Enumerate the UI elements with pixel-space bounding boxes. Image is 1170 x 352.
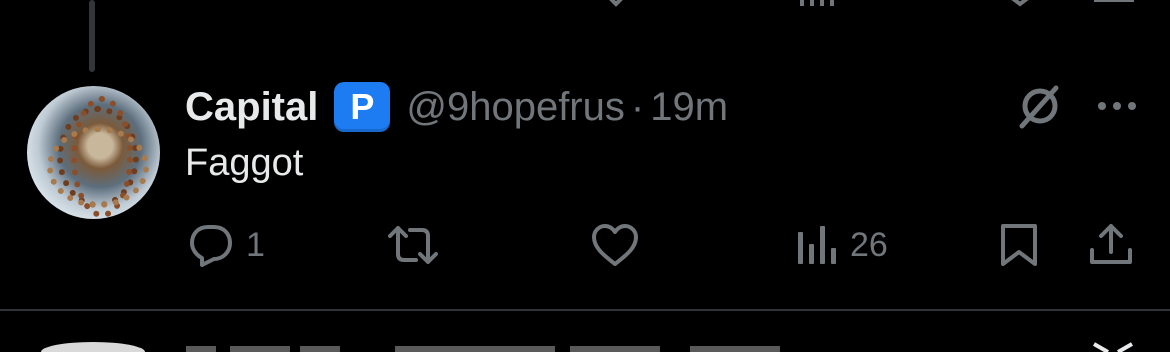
user-handle[interactable]: @9hopefrus	[406, 85, 625, 130]
reply-icon[interactable]	[190, 0, 230, 13]
like-button[interactable]	[590, 218, 652, 272]
tweet-header: Capital P @9hopefrus · 19m	[185, 82, 728, 132]
display-name[interactable]: Capital	[185, 85, 318, 130]
bookmark-button[interactable]	[998, 218, 1040, 272]
share-icon	[1088, 222, 1134, 268]
tweet-actions: 1 26	[0, 218, 1170, 278]
retweet-icon[interactable]	[392, 0, 436, 13]
previous-tweet-actions	[0, 0, 1170, 8]
grok-icon[interactable]	[1016, 84, 1062, 130]
divider	[0, 309, 1170, 311]
next-tweet-partial	[0, 338, 1170, 352]
views-button[interactable]: 26	[796, 218, 888, 272]
bookmark-icon[interactable]	[1000, 0, 1040, 13]
avatar[interactable]	[27, 86, 160, 219]
views-icon	[796, 222, 838, 268]
reply-button[interactable]: 1	[188, 218, 265, 272]
badge-letter: P	[350, 86, 375, 127]
tweet-text: Faggot	[185, 142, 304, 184]
views-count: 26	[850, 225, 888, 264]
reply-icon	[188, 222, 234, 268]
heart-icon	[590, 222, 640, 268]
bookmark-icon	[998, 222, 1040, 268]
separator: ·	[630, 84, 645, 129]
views-icon[interactable]	[798, 0, 838, 13]
more-icon[interactable]	[1094, 88, 1140, 124]
thread-connector-line	[89, 0, 95, 72]
retweet-button[interactable]	[386, 218, 452, 272]
share-button[interactable]	[1088, 218, 1134, 272]
heart-icon[interactable]	[596, 0, 636, 13]
reply-count: 1	[246, 225, 265, 264]
verified-badge: P	[334, 82, 391, 132]
retweet-icon	[386, 222, 440, 268]
timestamp[interactable]: 19m	[650, 85, 728, 130]
share-icon[interactable]	[1092, 0, 1136, 13]
